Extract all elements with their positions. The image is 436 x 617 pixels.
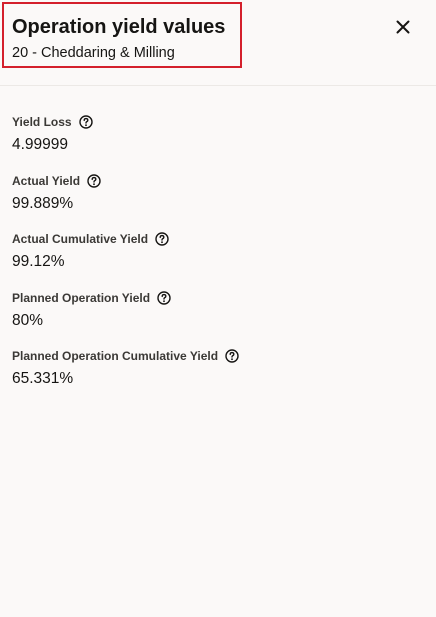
field-actual-yield: Actual Yield 99.889% <box>12 171 239 230</box>
field-label: Actual Cumulative Yield <box>12 232 149 246</box>
field-label: Planned Operation Yield <box>12 290 151 305</box>
field-label: Actual Yield <box>12 173 81 188</box>
field-value: 80% <box>12 311 44 329</box>
page-title: Operation yield values <box>12 16 226 38</box>
panel-header: Operation yield values 20 - Cheddaring &… <box>0 0 436 86</box>
field-actual-cumulative-yield: Actual Cumulative Yield 99.12% <box>12 229 239 288</box>
field-planned-operation-yield: Planned Operation Yield 80% <box>12 288 239 347</box>
field-label: Planned Operation Cumulative Yield <box>12 349 219 363</box>
help-icon[interactable] <box>87 173 101 188</box>
field-value: 99.12% <box>12 253 65 270</box>
yield-fields: Yield Loss 4.99999 Actual Yield 99.889% … <box>12 112 239 405</box>
help-icon[interactable] <box>155 232 169 246</box>
field-yield-loss: Yield Loss 4.99999 <box>12 112 239 171</box>
close-button[interactable] <box>392 16 414 38</box>
page-subtitle: 20 - Cheddaring & Milling <box>12 45 175 61</box>
field-value: 4.99999 <box>12 136 69 153</box>
close-icon <box>396 20 410 34</box>
help-icon[interactable] <box>78 115 93 129</box>
field-label: Yield Loss <box>12 115 72 129</box>
yield-values-panel: Operation yield values 20 - Cheddaring &… <box>0 0 436 617</box>
field-planned-operation-cumulative-yield: Planned Operation Cumulative Yield 65.33… <box>12 346 239 405</box>
help-icon[interactable] <box>225 349 239 363</box>
field-value: 65.331% <box>12 370 74 387</box>
help-icon[interactable] <box>157 290 171 305</box>
field-value: 99.889% <box>12 194 74 212</box>
